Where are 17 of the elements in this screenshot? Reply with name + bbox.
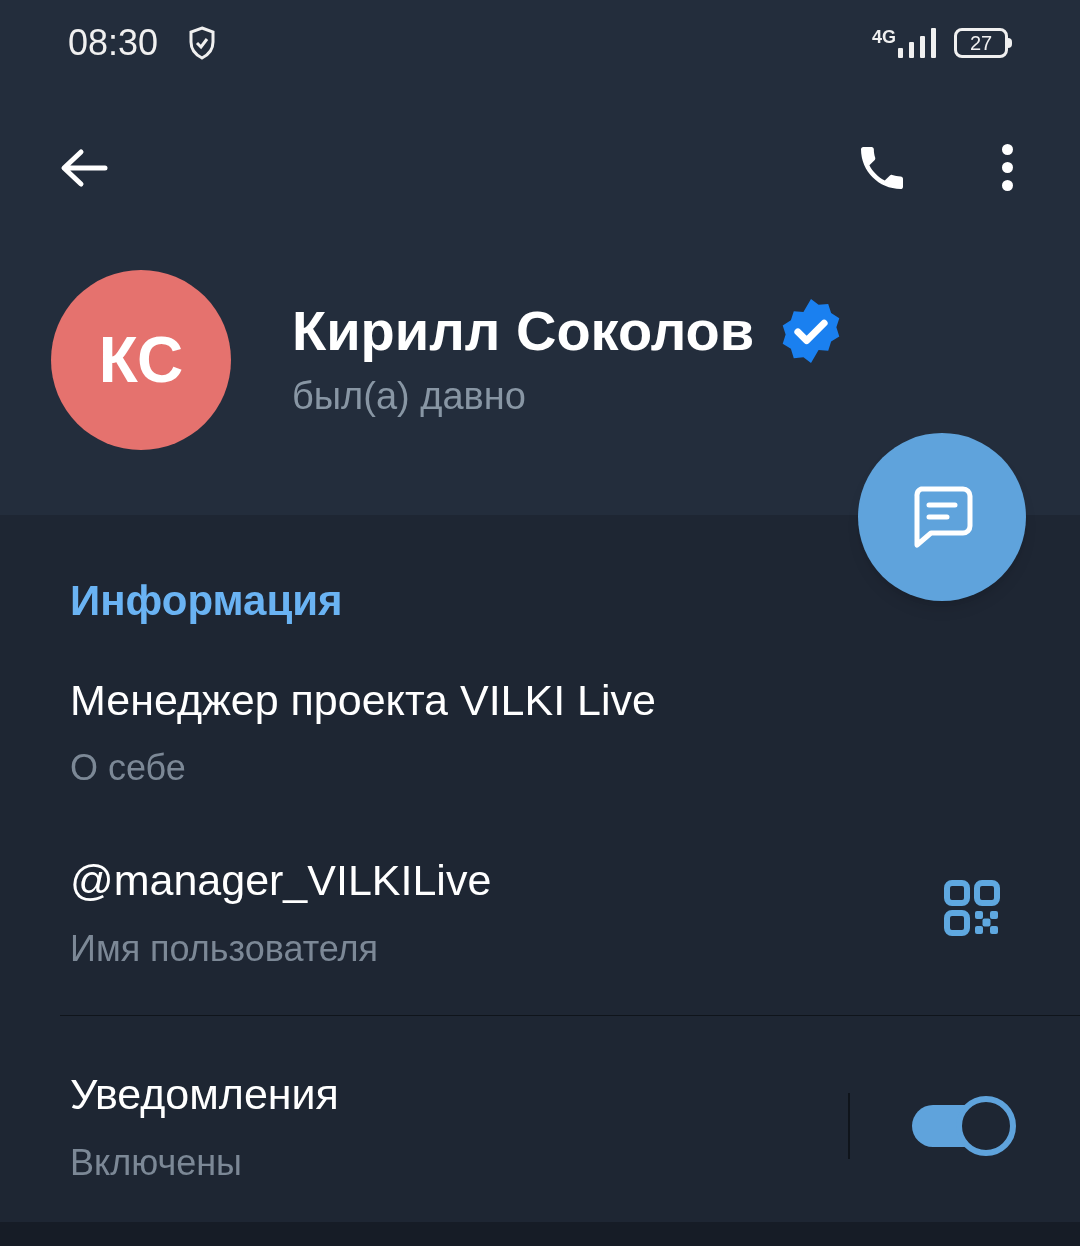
field-label: О себе <box>70 746 187 791</box>
bio-text: Менеджер проекта VILKI Live <box>70 674 657 726</box>
network-label: 4G <box>872 27 896 46</box>
shield-icon <box>188 25 217 60</box>
battery-indicator: 27 <box>954 27 1012 58</box>
notifications-switch[interactable] <box>912 1096 1016 1157</box>
last-seen-status: был(а) давно <box>292 373 527 419</box>
username-text: @manager_VILKILive <box>70 855 493 907</box>
contact-name: Кирилл Соколов <box>292 297 755 364</box>
notifications-title: Уведомления <box>70 1069 340 1120</box>
signal-icon <box>898 27 938 58</box>
avatar: КС <box>51 270 231 450</box>
field-label: Включены <box>70 1140 243 1185</box>
status-time: 08:30 <box>68 20 159 65</box>
section-header: Информация <box>69 576 344 626</box>
field-label: Имя пользователя <box>70 927 380 971</box>
qr-code-button[interactable] <box>944 879 1000 936</box>
